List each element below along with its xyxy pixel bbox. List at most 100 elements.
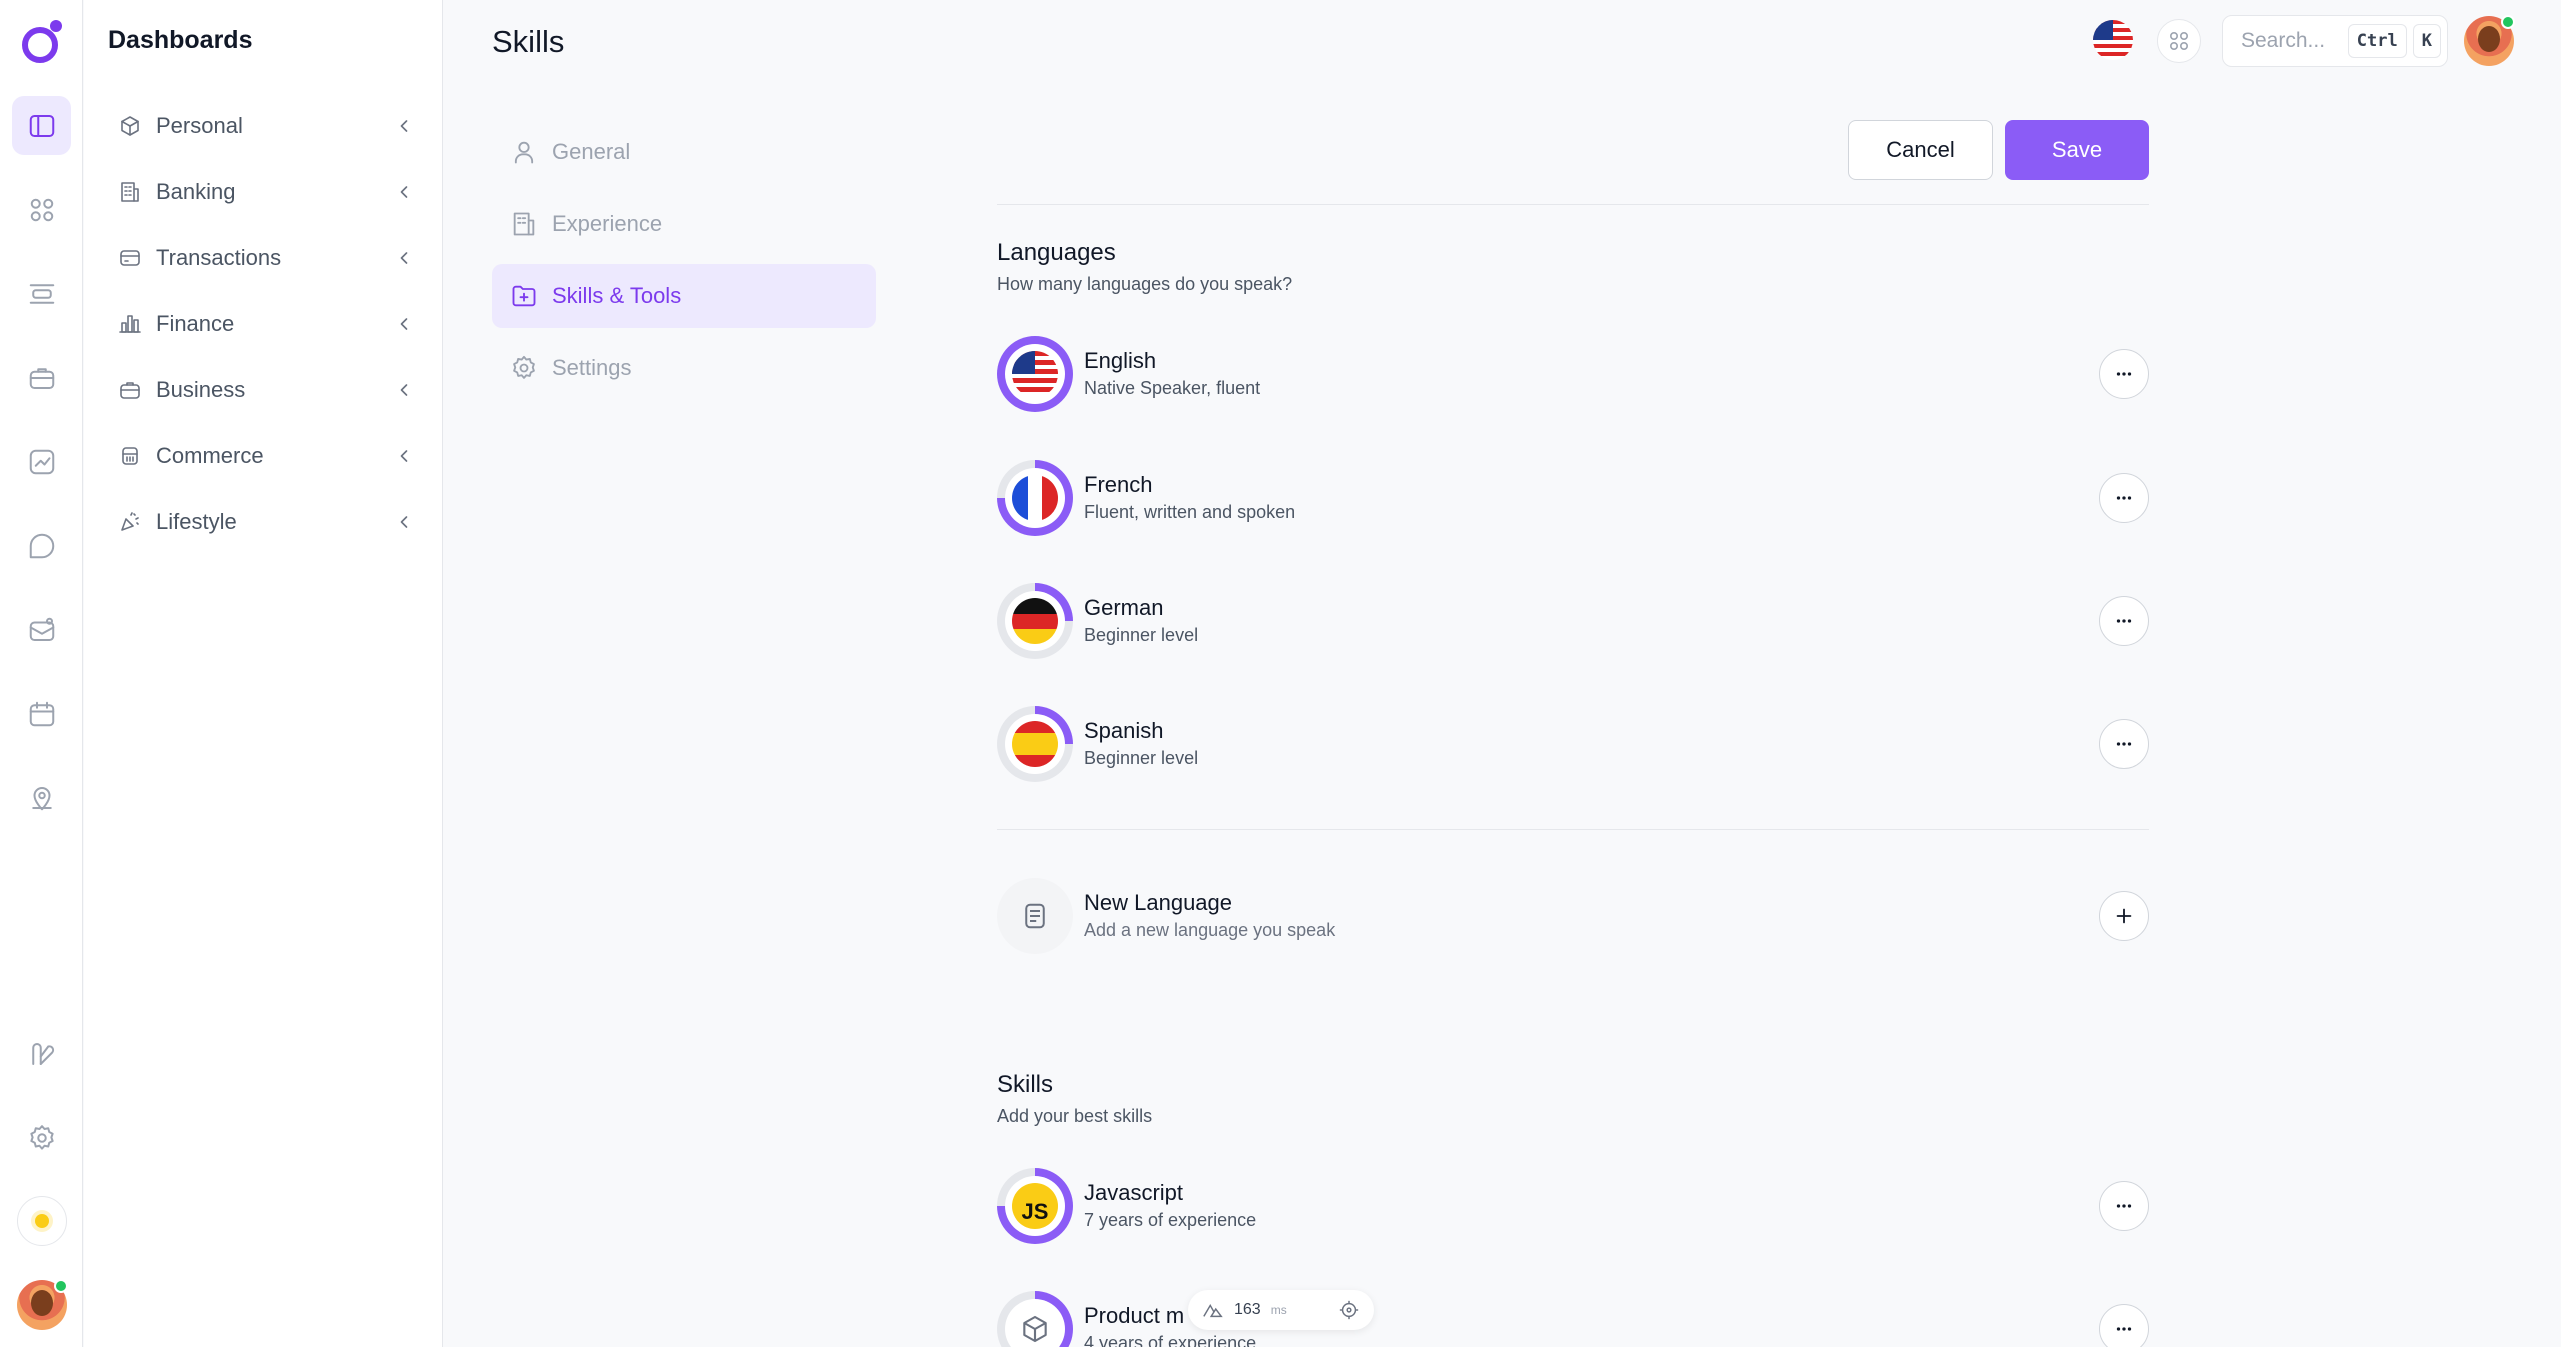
rail-analytics-button[interactable] xyxy=(12,432,71,491)
us-flag-icon xyxy=(2093,20,2133,60)
map-pin-icon xyxy=(31,786,52,810)
sidebar-item-label: Lifestyle xyxy=(156,509,237,534)
proficiency-ring xyxy=(997,583,1073,659)
sidebar-item-label: Banking xyxy=(156,179,236,204)
more-options-button[interactable] xyxy=(2099,596,2149,646)
rail-dashboards-button[interactable] xyxy=(12,96,71,155)
more-options-button[interactable] xyxy=(2099,719,2149,769)
rail-customize-button[interactable] xyxy=(12,1024,71,1083)
search-placeholder: Search... xyxy=(2241,29,2326,52)
tab-experience[interactable]: Experience xyxy=(492,192,876,256)
apps-launcher-button[interactable] xyxy=(2157,19,2201,63)
perf-badge[interactable]: 163 ms xyxy=(1188,1290,1374,1330)
sidebar-item-banking[interactable]: Banking xyxy=(118,172,414,212)
sidebar-item-business[interactable]: Business xyxy=(118,370,414,410)
chevron-left-icon xyxy=(400,318,408,330)
building-icon xyxy=(513,212,535,236)
grid-icon xyxy=(30,198,53,221)
languages-title: Languages xyxy=(997,239,1116,266)
sidebar-item-label: Business xyxy=(156,377,246,402)
sidebar-item-finance[interactable]: Finance xyxy=(118,304,414,344)
chevron-left-icon xyxy=(400,516,408,528)
tab-label: Skills & Tools xyxy=(552,283,682,308)
bar-chart-icon xyxy=(119,315,141,333)
sidebar: Dashboards Personal Banking Transactions… xyxy=(84,0,443,1347)
tab-skills-tools[interactable]: Skills & Tools xyxy=(492,264,876,328)
header-user-avatar[interactable] xyxy=(2464,15,2515,66)
perf-unit: ms xyxy=(1270,1303,1287,1317)
tab-general[interactable]: General xyxy=(492,120,876,184)
ring-inner xyxy=(1005,468,1065,528)
chevron-left-icon xyxy=(400,120,408,132)
sidebar-item-transactions[interactable]: Transactions xyxy=(118,238,414,278)
grid-icon xyxy=(2169,31,2189,51)
add-language-button[interactable] xyxy=(2099,891,2149,941)
rail-map-button[interactable] xyxy=(12,768,71,827)
new-language-name: New Language xyxy=(1084,890,1233,915)
more-options-button[interactable] xyxy=(2099,349,2149,399)
sidebar-item-label: Personal xyxy=(156,113,243,138)
tab-settings[interactable]: Settings xyxy=(492,336,876,400)
app-logo-icon[interactable] xyxy=(18,18,66,66)
rail-messages-button[interactable] xyxy=(12,516,71,575)
building-icon xyxy=(121,182,139,202)
rail-apps-button[interactable] xyxy=(12,180,71,239)
chevron-left-icon xyxy=(400,252,408,264)
cancel-button[interactable]: Cancel xyxy=(1848,120,1993,180)
languages-subtitle: How many languages do you speak? xyxy=(997,274,1293,294)
briefcase-icon xyxy=(120,382,140,399)
chevron-left-icon xyxy=(400,186,408,198)
more-options-button[interactable] xyxy=(2099,1304,2149,1347)
chevron-left-icon xyxy=(400,384,408,396)
rail-calendar-button[interactable] xyxy=(12,684,71,743)
page-title: Skills xyxy=(492,24,565,59)
proficiency-ring xyxy=(997,706,1073,782)
language-row-spanish: Spanish Beginner level xyxy=(997,706,2149,782)
sidebar-item-lifestyle[interactable]: Lifestyle xyxy=(118,502,414,542)
language-name: German xyxy=(1084,595,1164,620)
tab-label: Settings xyxy=(552,355,632,380)
online-status-dot xyxy=(54,1279,68,1293)
rail-mail-button[interactable] xyxy=(12,600,71,659)
rail-settings-button[interactable] xyxy=(12,1108,71,1167)
language-name: French xyxy=(1084,472,1153,497)
skill-name: Product m xyxy=(1084,1303,1185,1328)
language-row-german: German Beginner level xyxy=(997,583,2149,659)
skill-desc: 4 years of experience xyxy=(1084,1333,1257,1347)
rail-layouts-button[interactable] xyxy=(12,264,71,323)
shopping-basket-icon xyxy=(122,447,138,465)
chevron-left-icon xyxy=(400,450,408,462)
more-options-button[interactable] xyxy=(2099,473,2149,523)
layout-rows-icon xyxy=(29,283,54,304)
sun-icon xyxy=(35,1214,49,1228)
rail-user-avatar[interactable] xyxy=(17,1279,68,1330)
skill-row-product: Product m 4 years of experience xyxy=(997,1291,2149,1347)
skills-subtitle: Add your best skills xyxy=(997,1106,1153,1126)
feather-icon xyxy=(31,1042,54,1065)
language-desc: Beginner level xyxy=(1084,625,1199,645)
de-flag-icon xyxy=(1012,598,1058,644)
save-button[interactable]: Save xyxy=(2005,120,2149,180)
language-desc: Fluent, written and spoken xyxy=(1084,502,1296,522)
language-desc: Native Speaker, fluent xyxy=(1084,378,1261,398)
ring-inner xyxy=(1005,1299,1065,1347)
sidebar-item-commerce[interactable]: Commerce xyxy=(118,436,414,476)
user-icon xyxy=(514,141,534,164)
sidebar-item-label: Finance xyxy=(156,311,235,336)
crosshair-icon xyxy=(1339,1300,1359,1320)
divider xyxy=(997,829,2149,830)
search-input[interactable]: Search... Ctrl K xyxy=(2222,15,2448,67)
more-options-button[interactable] xyxy=(2099,1181,2149,1231)
sidebar-item-label: Commerce xyxy=(156,443,264,468)
rail-business-button[interactable] xyxy=(12,348,71,407)
language-switcher-button[interactable] xyxy=(2093,20,2133,60)
sidebar-item-personal[interactable]: Personal xyxy=(118,106,414,146)
folder-plus-icon xyxy=(512,285,536,307)
box-icon xyxy=(121,116,139,136)
skill-desc: 7 years of experience xyxy=(1084,1210,1257,1230)
skill-name: Javascript xyxy=(1084,1180,1184,1205)
js-icon: JS xyxy=(1012,1183,1058,1229)
language-desc: Beginner level xyxy=(1084,748,1199,768)
more-horizontal-icon xyxy=(2116,619,2132,623)
theme-toggle-button[interactable] xyxy=(17,1196,67,1246)
